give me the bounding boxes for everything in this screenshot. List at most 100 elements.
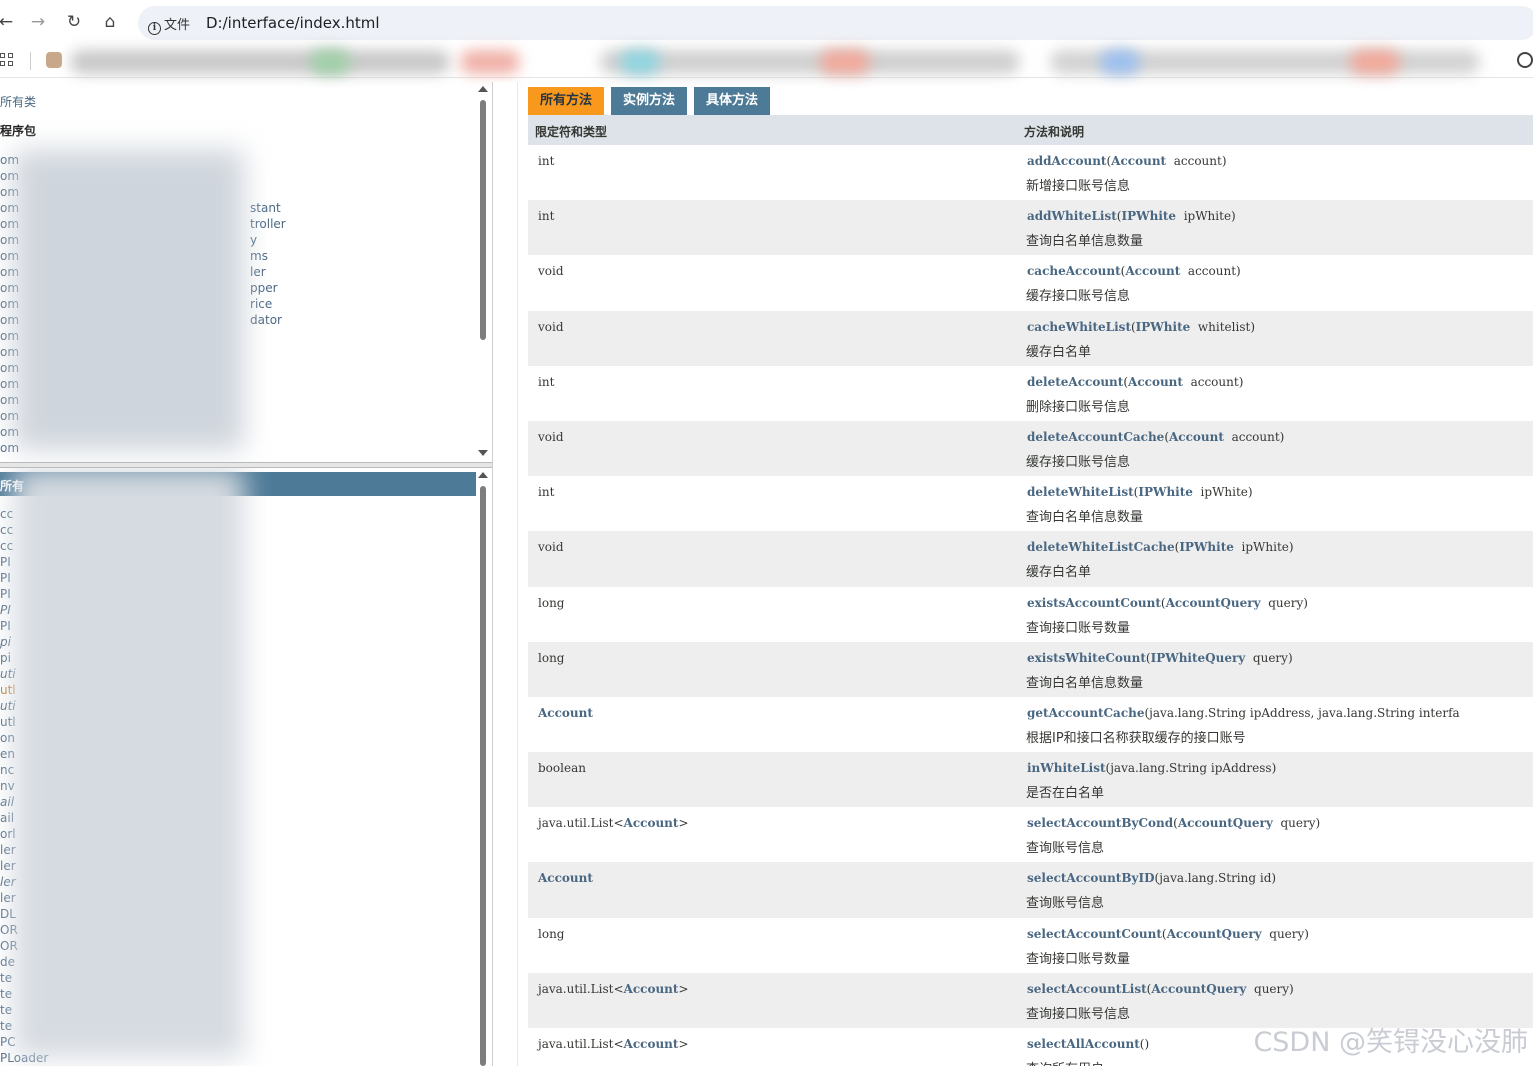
tab-instance-methods[interactable]: 实例方法 bbox=[611, 87, 688, 115]
param-type-link[interactable]: Account bbox=[1125, 264, 1180, 278]
method-name-link[interactable]: getAccountCache bbox=[1027, 706, 1144, 720]
method-description: 缓存接口账号信息 bbox=[1026, 289, 1131, 305]
url-text[interactable]: D:/interface/index.html bbox=[206, 14, 380, 32]
method-name-link[interactable]: addWhiteList bbox=[1027, 209, 1117, 223]
method-return-type[interactable]: Account bbox=[538, 706, 593, 720]
method-name-link[interactable]: cacheAccount bbox=[1027, 264, 1121, 278]
method-return-type: boolean bbox=[538, 761, 586, 775]
param-type-link[interactable]: IPWhiteQuery bbox=[1151, 651, 1246, 665]
generic-type-link[interactable]: Account bbox=[624, 816, 679, 830]
blurred-bookmark bbox=[460, 50, 520, 74]
method-table-header: 限定符和类型 方法和说明 bbox=[528, 115, 1533, 145]
method-name-link[interactable]: existsAccountCount bbox=[1027, 596, 1161, 610]
method-name-link[interactable]: deleteAccountCache bbox=[1027, 430, 1164, 444]
blurred-bookmark bbox=[820, 50, 870, 74]
site-info-label: 文件 bbox=[164, 18, 191, 33]
param-name: ipWhite bbox=[1241, 540, 1289, 555]
param-type-link[interactable]: Account bbox=[1111, 154, 1166, 168]
method-description: 删除接口账号信息 bbox=[1026, 399, 1131, 415]
param-type-link[interactable]: Account bbox=[1128, 375, 1183, 389]
param-type-link[interactable]: IPWhite bbox=[1121, 209, 1176, 223]
param-list: java.lang.String ipAddress, java.lang.St… bbox=[1149, 705, 1460, 720]
package-label-tail: y bbox=[250, 233, 258, 247]
param-type-link[interactable]: IPWhite bbox=[1136, 320, 1191, 334]
method-name-link[interactable]: addAccount bbox=[1027, 154, 1106, 168]
method-signature: inWhiteList(java.lang.String ipAddress) bbox=[1027, 761, 1277, 776]
method-name-link[interactable]: deleteAccount bbox=[1027, 375, 1123, 389]
classes-scrollbar[interactable] bbox=[476, 468, 490, 1066]
avatar[interactable] bbox=[46, 52, 62, 68]
table-row: int addWhiteList(IPWhite ipWhite) 查询白名单信息数… bbox=[528, 200, 1533, 256]
method-description: 查询所有用户 bbox=[1026, 1058, 1104, 1066]
method-description: 根据IP和接口名称获取缓存的接口账号 bbox=[1026, 730, 1246, 746]
table-row: long existsAccountCount(AccountQuery quer… bbox=[528, 587, 1533, 642]
column-method-header: 方法和说明 bbox=[1024, 125, 1085, 139]
scroll-up-icon[interactable] bbox=[478, 86, 488, 92]
param-type-link[interactable]: AccountQuery bbox=[1151, 982, 1246, 996]
scroll-down-icon[interactable] bbox=[478, 450, 488, 456]
table-row: long selectAccountCount(AccountQuery quer… bbox=[528, 918, 1533, 973]
profile-icon[interactable] bbox=[1517, 52, 1533, 68]
reload-icon[interactable]: ↻ bbox=[62, 10, 86, 34]
table-row: java.util.List<Account> selectAccountByCo… bbox=[528, 807, 1533, 862]
tab-concrete-methods[interactable]: 具体方法 bbox=[694, 87, 771, 115]
param-type-link[interactable]: IPWhite bbox=[1138, 485, 1193, 499]
method-description: 查询白名单信息数量 bbox=[1026, 234, 1144, 250]
param-list: java.lang.String ipAddress bbox=[1110, 761, 1272, 776]
method-name-link[interactable]: inWhiteList bbox=[1027, 761, 1106, 775]
method-return-type[interactable]: Account bbox=[538, 871, 593, 885]
blurred-bookmark bbox=[1350, 50, 1400, 74]
apps-grid-icon[interactable] bbox=[0, 53, 14, 67]
return-type-label: Account bbox=[538, 871, 593, 886]
method-return-type: int bbox=[538, 154, 554, 168]
return-type-label: java.util.List bbox=[538, 981, 614, 996]
param-type-link[interactable]: Account bbox=[1169, 430, 1224, 444]
method-return-type: void bbox=[538, 264, 564, 278]
scroll-thumb[interactable] bbox=[480, 486, 486, 1066]
method-name-link[interactable]: selectAccountList bbox=[1027, 982, 1147, 996]
tab-all-methods[interactable]: 所有方法 bbox=[528, 87, 605, 115]
param-list: java.lang.String id bbox=[1159, 871, 1272, 886]
table-row: boolean inWhiteList(java.lang.String ipAd… bbox=[528, 752, 1533, 808]
return-type-label: int bbox=[538, 154, 555, 168]
scroll-thumb[interactable] bbox=[480, 100, 486, 340]
table-row: void cacheAccount(Account account) 缓存接口账号信… bbox=[528, 255, 1533, 310]
method-name-link[interactable]: deleteWhiteList bbox=[1027, 485, 1134, 499]
redacted-area bbox=[14, 150, 244, 450]
method-signature: selectAccountByCond(AccountQuery query) bbox=[1027, 816, 1321, 831]
packages-scrollbar[interactable] bbox=[476, 82, 490, 460]
param-type-link[interactable]: AccountQuery bbox=[1166, 596, 1261, 610]
method-name-link[interactable]: selectAccountByCond bbox=[1027, 816, 1173, 830]
method-return-type: int bbox=[538, 485, 554, 499]
forward-arrow-icon[interactable]: → bbox=[26, 10, 50, 34]
generic-type-link[interactable]: Account bbox=[624, 1037, 679, 1051]
method-name-link[interactable]: deleteWhiteListCache bbox=[1027, 540, 1175, 554]
home-icon[interactable]: ⌂ bbox=[98, 10, 122, 34]
scroll-up-icon[interactable] bbox=[478, 472, 488, 478]
all-classes-link[interactable]: 所有类 bbox=[0, 93, 36, 110]
frame-resize-handle[interactable] bbox=[492, 82, 518, 1066]
method-description: 查询白名单信息数量 bbox=[1026, 675, 1144, 691]
method-description: 查询接口账号信息 bbox=[1026, 1006, 1131, 1022]
method-description: 缓存白名单 bbox=[1026, 344, 1092, 360]
address-bar[interactable]: i 文件 D:/interface/index.html bbox=[138, 6, 1533, 40]
method-name-link[interactable]: existsWhiteCount bbox=[1027, 651, 1146, 665]
method-name-link[interactable]: selectAccountByID bbox=[1027, 871, 1155, 885]
site-info-chip[interactable]: i 文件 bbox=[148, 14, 190, 35]
watermark: CSDN @笑锝没心没肺 bbox=[1253, 1027, 1528, 1058]
table-row: Account selectAccountByID(java.lang.Strin… bbox=[528, 862, 1533, 918]
method-name-link[interactable]: selectAllAccount bbox=[1027, 1037, 1140, 1051]
method-return-type: void bbox=[538, 430, 564, 444]
param-type-link[interactable]: AccountQuery bbox=[1178, 816, 1273, 830]
method-description: 查询账号信息 bbox=[1026, 841, 1105, 857]
return-type-label: void bbox=[538, 319, 564, 334]
param-type-link[interactable]: AccountQuery bbox=[1167, 927, 1262, 941]
return-type-label: void bbox=[538, 264, 564, 279]
generic-type-link[interactable]: Account bbox=[624, 982, 679, 996]
method-name-link[interactable]: selectAccountCount bbox=[1027, 927, 1162, 941]
back-arrow-icon[interactable]: ← bbox=[0, 10, 18, 34]
method-name-link[interactable]: cacheWhiteList bbox=[1027, 320, 1131, 334]
return-type-label: boolean bbox=[538, 761, 586, 776]
method-return-type: void bbox=[538, 320, 564, 334]
param-type-link[interactable]: IPWhite bbox=[1179, 540, 1234, 554]
